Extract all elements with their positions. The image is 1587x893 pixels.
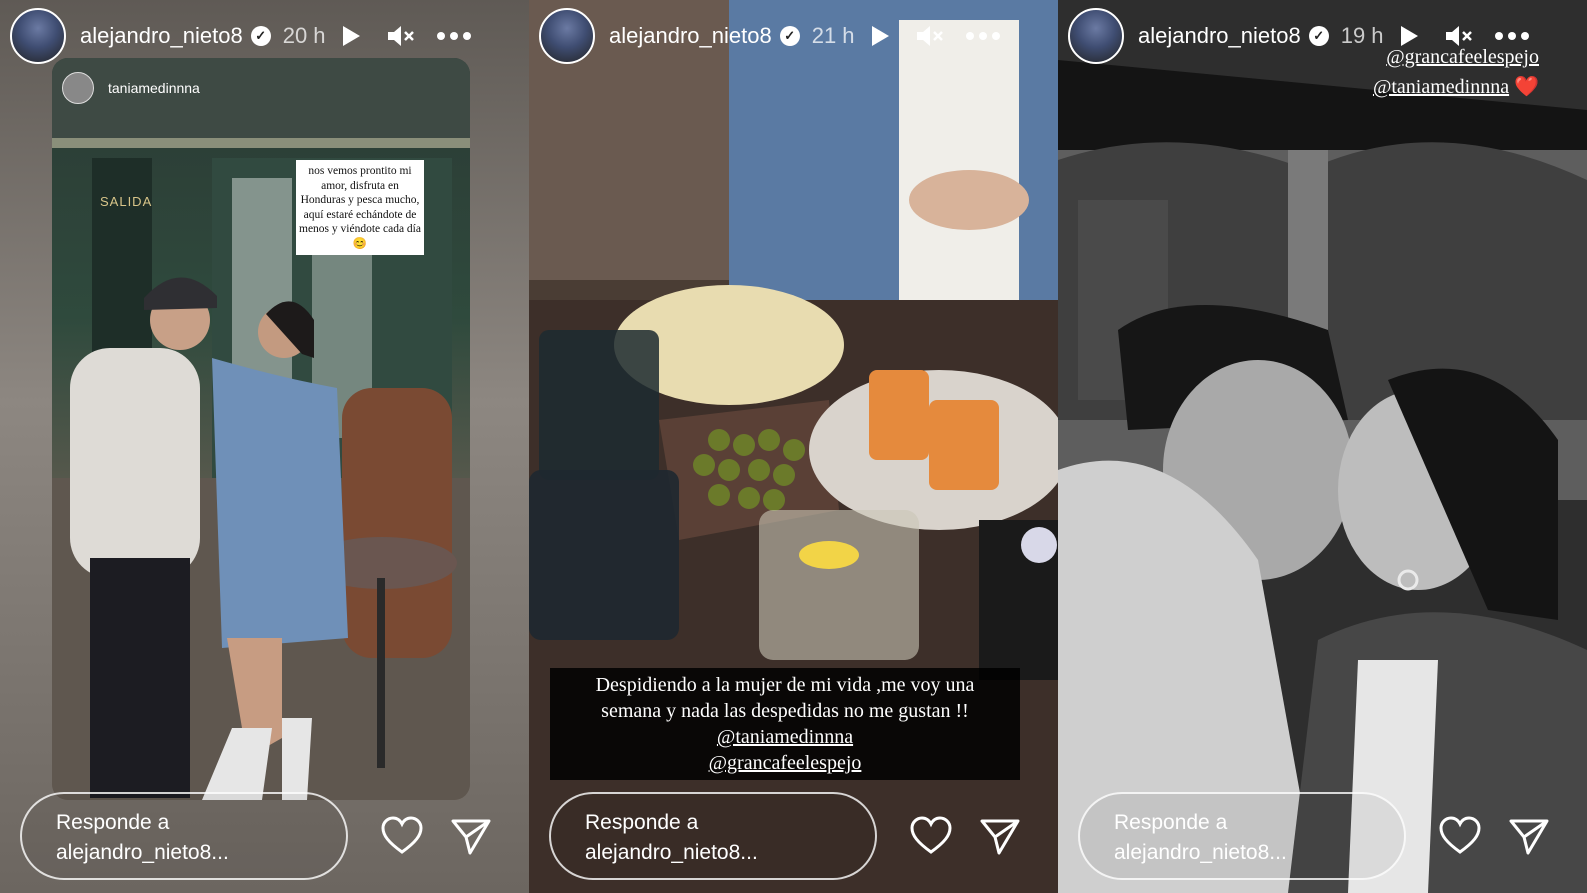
heart-emoji: ❤️ [1514,76,1539,98]
more-icon[interactable] [965,31,1001,41]
story-header: alejandro_nieto8 ✓ 19 h [1068,8,1575,64]
caption-line-1: Despidiendo a la mujer de mi vida ,me vo… [595,674,975,696]
timestamp: 21 h [811,23,855,48]
play-icon[interactable] [1398,24,1420,48]
reply-placeholder-line2: alejandro_nieto8... [585,841,758,864]
stories-viewer: alejandro_nieto8 ✓ 20 h taniamedinnna SA… [0,0,1587,893]
story-2[interactable]: alejandro_nieto8 ✓ 21 h Despidiendo a la… [529,0,1058,893]
send-icon[interactable] [450,815,492,857]
reply-placeholder-line1: Responde a [1114,811,1228,834]
username[interactable]: alejandro_nieto8 [609,23,772,49]
caption-tag-1[interactable]: @taniamedinnna [556,724,1014,750]
reply-input[interactable]: Responde a alejandro_nieto8... [20,792,348,880]
story-note: nos vemos prontito mi amor, disfruta en … [296,160,424,255]
mute-icon[interactable] [915,23,945,49]
story-header: alejandro_nieto8 ✓ 20 h [10,8,517,64]
story-caption: Despidiendo a la mujer de mi vida ,me vo… [550,668,1020,780]
heart-icon[interactable] [380,814,424,858]
story-footer: Responde a alejandro_nieto8... [20,791,509,881]
story-1[interactable]: alejandro_nieto8 ✓ 20 h taniamedinnna SA… [0,0,529,893]
avatar[interactable] [539,8,595,64]
exit-sign: SALIDA [100,194,153,209]
reply-placeholder-line2: alejandro_nieto8... [56,841,229,864]
kiss-photo [1058,0,1587,893]
more-icon[interactable] [436,31,472,41]
send-icon[interactable] [1508,815,1550,857]
username[interactable]: alejandro_nieto8 [1138,23,1301,49]
play-icon[interactable] [869,24,891,48]
reply-placeholder-line1: Responde a [585,811,699,834]
more-icon[interactable] [1494,31,1530,41]
story-footer: Responde a alejandro_nieto8... [1078,791,1567,881]
verified-icon: ✓ [250,26,271,46]
reply-input[interactable]: Responde a alejandro_nieto8... [549,792,877,880]
story-footer: Responde a alejandro_nieto8... [549,791,1038,881]
reply-input[interactable]: Responde a alejandro_nieto8... [1078,792,1406,880]
verified-icon: ✓ [1308,26,1329,46]
send-icon[interactable] [979,815,1021,857]
verified-icon: ✓ [779,26,800,46]
caption-tag-2[interactable]: @grancafeelespejo [556,750,1014,776]
timestamp: 19 h [1340,23,1384,48]
story-header: alejandro_nieto8 ✓ 21 h [539,8,1046,64]
heart-icon[interactable] [909,814,953,858]
story-3[interactable]: alejandro_nieto8 ✓ 19 h @grancafeelespej… [1058,0,1587,893]
reply-placeholder-line2: alejandro_nieto8... [1114,841,1287,864]
heart-icon[interactable] [1438,814,1482,858]
mention-avatar [62,72,94,104]
reply-placeholder-line1: Responde a [56,811,170,834]
avatar[interactable] [10,8,66,64]
play-icon[interactable] [340,24,362,48]
username[interactable]: alejandro_nieto8 [80,23,243,49]
caption-line-2: semana y nada las despedidas no me gusta… [601,700,969,722]
mute-icon[interactable] [1444,23,1474,49]
tag-taniamedinnna[interactable]: @taniamedinnna [1373,76,1509,98]
timestamp: 20 h [282,23,326,48]
mute-icon[interactable] [386,23,416,49]
avatar[interactable] [1068,8,1124,64]
mention-tag[interactable]: taniamedinnna [108,80,200,96]
